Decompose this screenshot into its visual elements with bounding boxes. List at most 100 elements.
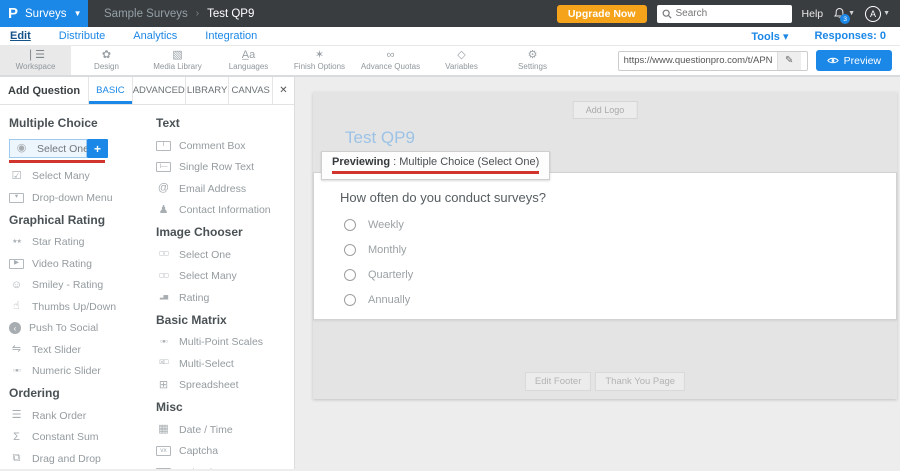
- answer-option-label: Weekly: [368, 219, 404, 231]
- question-type-rating[interactable]: ▂▅Rating: [156, 291, 294, 304]
- annotation-underline: [332, 171, 539, 174]
- question-type-drop-down-menu[interactable]: ▾Drop-down Menu: [9, 191, 147, 204]
- question-type-captcha[interactable]: vxCaptcha: [156, 445, 294, 458]
- nav-link-analytics[interactable]: Analytics: [133, 30, 177, 42]
- toolbar-item-label: Settings: [518, 62, 547, 71]
- question-type-video-rating[interactable]: ▶Video Rating: [9, 257, 147, 270]
- dropdown-icon: ▾: [9, 193, 24, 203]
- multi-point-scales-icon: ○●○: [156, 337, 171, 348]
- question-type-label: Thumbs Up/Down: [32, 301, 116, 313]
- question-type-multi-select[interactable]: ☒☐Multi-Select: [156, 357, 294, 370]
- toolbar-item-label: Variables: [445, 62, 478, 71]
- section-nav: Edit Distribute Analytics Integration Tools…: [0, 27, 900, 46]
- toolbar-item-media-library[interactable]: ▧Media Library: [142, 46, 213, 75]
- question-type-selected-row: ◉Select One+: [9, 139, 147, 158]
- previewing-tooltip-bold: Previewing: [332, 156, 390, 168]
- toolbar-item-advance-quotas[interactable]: ∞Advance Quotas: [355, 46, 426, 75]
- upgrade-now-button[interactable]: Upgrade Now: [557, 5, 647, 23]
- toolbar-item-label: Finish Options: [294, 62, 345, 71]
- tab-library[interactable]: LIBRARY: [185, 77, 229, 104]
- question-type-label: Date / Time: [179, 424, 233, 436]
- add-logo-button[interactable]: Add Logo: [573, 101, 638, 119]
- radio-button[interactable]: [344, 269, 356, 281]
- surveys-menu[interactable]: P Surveys ▼: [0, 0, 88, 27]
- question-type-rank-order[interactable]: ☰Rank Order: [9, 409, 147, 422]
- nav-link-integration[interactable]: Integration: [205, 30, 257, 42]
- question-type-label: Star Rating: [32, 236, 85, 248]
- question-type-comment-box[interactable]: IComment Box: [156, 139, 294, 152]
- thank-you-page-button[interactable]: Thank You Page: [595, 372, 685, 391]
- translate-icon: A̲a: [242, 50, 255, 61]
- global-search[interactable]: [657, 5, 792, 23]
- question-type-select-many[interactable]: ☑Select Many: [9, 170, 147, 183]
- question-type-thumbs-up-down[interactable]: ☝ Thumbs Up/Down: [9, 300, 147, 313]
- question-type-label: Numeric Slider: [32, 365, 101, 377]
- question-type-label: Captcha: [179, 445, 218, 457]
- answer-option-row: Monthly: [344, 244, 896, 256]
- answer-option-row: Annually: [344, 294, 896, 306]
- survey-url-field[interactable]: ✎: [618, 51, 808, 71]
- question-type-label: Spreadsheet: [179, 379, 239, 391]
- question-type-multi-point-scales[interactable]: ○●○Multi-Point Scales: [156, 336, 294, 349]
- question-type-select-one[interactable]: ▢▢Select One: [156, 248, 294, 261]
- question-type-star-rating[interactable]: ★★Star Rating: [9, 236, 147, 249]
- question-type-single-row-text[interactable]: I—Single Row Text: [156, 161, 294, 174]
- question-type-date-time[interactable]: ▦Date / Time: [156, 423, 294, 436]
- thumbs-icon: ☝: [9, 301, 24, 312]
- question-type-label: Select One: [179, 249, 231, 261]
- breadcrumb-current: Test QP9: [207, 8, 254, 20]
- toolbar-item-finish-options[interactable]: ✶Finish Options: [284, 46, 355, 75]
- toolbar-item-languages[interactable]: A̲aLanguages: [213, 46, 284, 75]
- top-header: P Surveys ▼ Sample Surveys › Test QP9 Up…: [0, 0, 900, 27]
- breadcrumb-parent[interactable]: Sample Surveys: [104, 8, 188, 20]
- section-title: Basic Matrix: [156, 313, 294, 327]
- tools-dropdown[interactable]: Tools ▾: [751, 30, 788, 43]
- question-type-calendar[interactable]: 31Calendar: [156, 466, 294, 469]
- radio-button[interactable]: [344, 219, 356, 231]
- preview-button[interactable]: Preview: [816, 50, 892, 71]
- question-type-contact-information[interactable]: ♟Contact Information: [156, 204, 294, 217]
- question-type-label: Text Slider: [32, 344, 81, 356]
- question-type-push-to-social[interactable]: ‹Push To Social: [9, 322, 147, 335]
- question-type-numeric-slider[interactable]: ○●○Numeric Slider: [9, 365, 147, 378]
- nav-link-distribute[interactable]: Distribute: [59, 30, 105, 42]
- question-type-select-many[interactable]: ▢▢Select Many: [156, 270, 294, 283]
- question-type-text-slider[interactable]: ⇋Text Slider: [9, 343, 147, 356]
- tab-canvas[interactable]: CANVAS: [228, 77, 272, 104]
- spreadsheet-grid-icon: ⊞: [156, 380, 171, 391]
- notifications-button[interactable]: 3 ▼: [833, 7, 855, 20]
- radio-button[interactable]: [344, 294, 356, 306]
- section-title: Graphical Rating: [9, 213, 147, 227]
- toolbar-item-variables[interactable]: ◇Variables: [426, 46, 497, 75]
- breadcrumb: Sample Surveys › Test QP9: [104, 8, 254, 20]
- radio-button[interactable]: [344, 244, 356, 256]
- question-type-email-address[interactable]: @Email Address: [156, 182, 294, 195]
- edit-url-pencil-icon[interactable]: ✎: [777, 52, 801, 70]
- toolbar-item-design[interactable]: ✿Design: [71, 46, 142, 75]
- toolbar-item-workspace[interactable]: ❘☰Workspace: [0, 46, 71, 75]
- tag-icon: ◇: [457, 50, 465, 61]
- search-icon: [662, 9, 672, 19]
- question-type-constant-sum[interactable]: ΣConstant Sum: [9, 431, 147, 444]
- help-link[interactable]: Help: [802, 8, 824, 20]
- workspace-toolbar: ❘☰Workspace✿Design▧Media LibraryA̲aLangu…: [0, 46, 900, 77]
- survey-url-input[interactable]: [619, 55, 777, 66]
- tab-advanced[interactable]: ADVANCED: [132, 77, 185, 104]
- account-menu[interactable]: A ▼: [865, 6, 890, 22]
- question-type-select-one[interactable]: ◉Select One: [9, 139, 87, 158]
- search-input[interactable]: [676, 8, 787, 19]
- edit-footer-button[interactable]: Edit Footer: [525, 372, 591, 391]
- question-type-drag-and-drop[interactable]: ⧉Drag and Drop: [9, 452, 147, 465]
- add-question-plus-button[interactable]: +: [87, 139, 108, 158]
- close-icon[interactable]: ✕: [272, 77, 294, 104]
- tab-basic[interactable]: BASIC: [88, 77, 132, 104]
- question-type-label: Contact Information: [179, 204, 271, 216]
- avatar: A: [865, 6, 881, 22]
- question-type-smiley-rating[interactable]: ☺Smiley - Rating: [9, 279, 147, 292]
- question-type-spreadsheet[interactable]: ⊞ Spreadsheet: [156, 379, 294, 392]
- panel-title: Add Question: [0, 77, 88, 104]
- responses-count[interactable]: Responses: 0: [814, 30, 886, 42]
- nav-link-edit[interactable]: Edit: [10, 30, 31, 42]
- toolbar-item-settings[interactable]: ⚙Settings: [497, 46, 568, 75]
- answer-options: WeeklyMonthlyQuarterlyAnnually: [314, 205, 896, 306]
